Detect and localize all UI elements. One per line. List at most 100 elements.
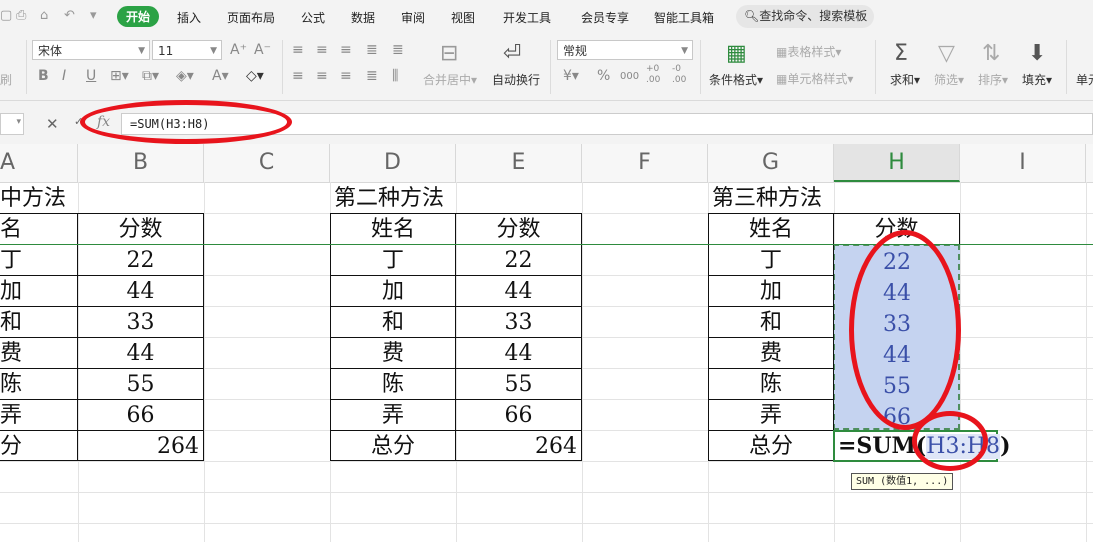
table-cell[interactable]: 55: [78, 368, 204, 399]
undo-icon[interactable]: ↶: [64, 8, 75, 23]
tab-developer[interactable]: 开发工具: [503, 9, 551, 26]
conditional-format-label[interactable]: 条件格式▾: [709, 71, 763, 88]
header-name[interactable]: 姓名: [330, 213, 456, 244]
thousands-icon[interactable]: 000: [620, 69, 639, 85]
conditional-format-icon[interactable]: ▦: [726, 42, 747, 66]
filter-label[interactable]: 筛选▾: [934, 71, 964, 88]
table-row[interactable]: 费: [330, 337, 456, 368]
table-cell[interactable]: 66: [78, 399, 204, 430]
indent-increase-icon[interactable]: ≣: [392, 42, 404, 58]
bold-icon[interactable]: B: [38, 68, 49, 84]
tab-member[interactable]: 会员专享: [581, 9, 629, 26]
fill-color-icon[interactable]: ⧉▾: [142, 68, 159, 84]
tab-data[interactable]: 数据: [351, 9, 375, 26]
fill-icon[interactable]: ⬇: [1028, 42, 1046, 66]
increase-decimal-icon[interactable]: +0 .00: [646, 64, 664, 86]
fill-label[interactable]: 填充▾: [1022, 71, 1052, 88]
table-row[interactable]: 弄: [330, 399, 456, 430]
print-icon[interactable]: ⌂: [40, 8, 48, 23]
underline-icon[interactable]: U: [86, 68, 96, 84]
decrease-decimal-icon[interactable]: -0 .00: [672, 64, 690, 86]
table-cell[interactable]: 55: [456, 368, 582, 399]
column-header-g[interactable]: G: [708, 144, 834, 182]
table-cell[interactable]: 44: [456, 275, 582, 306]
total-label[interactable]: 总分: [330, 430, 456, 461]
column-header-f[interactable]: F: [582, 144, 708, 182]
align-middle-icon[interactable]: ≡: [316, 42, 328, 58]
cell-style-label[interactable]: ▦单元格样式▾: [776, 70, 853, 87]
indent-decrease-icon[interactable]: ≣: [366, 42, 378, 58]
tab-insert[interactable]: 插入: [177, 9, 201, 26]
wrap-text-icon[interactable]: ⏎: [503, 42, 521, 66]
table-row[interactable]: 和: [330, 306, 456, 337]
table-row[interactable]: 加: [0, 275, 78, 306]
number-format-select[interactable]: 常规 ▼: [557, 40, 693, 60]
filter-icon[interactable]: ▽: [938, 42, 955, 66]
table-row[interactable]: 加: [708, 275, 834, 306]
table-row[interactable]: 陈: [0, 368, 78, 399]
font-name-select[interactable]: 宋体 ▼: [32, 40, 150, 60]
align-left-icon[interactable]: ≡: [292, 68, 304, 84]
font-color-icon[interactable]: A▾: [212, 68, 229, 84]
sort-label[interactable]: 排序▾: [978, 71, 1008, 88]
tab-view[interactable]: 视图: [451, 9, 475, 26]
column-header-h[interactable]: H: [834, 144, 960, 182]
table-cell[interactable]: 44: [456, 337, 582, 368]
name-box[interactable]: ▾: [0, 113, 24, 135]
header-score[interactable]: 分数: [78, 213, 204, 244]
table-style-label[interactable]: ▦表格样式▾: [776, 43, 841, 60]
command-search[interactable]: 🔍︎查找命令、搜索模板: [736, 5, 874, 28]
cell-label[interactable]: 单元: [1076, 71, 1093, 88]
table-row[interactable]: 和: [708, 306, 834, 337]
column-header-e[interactable]: E: [456, 144, 582, 182]
align-center-icon[interactable]: ≡: [316, 68, 328, 84]
table-cell[interactable]: 44: [78, 275, 204, 306]
table-row[interactable]: 陈: [330, 368, 456, 399]
sort-icon[interactable]: ⇅: [982, 42, 1000, 66]
merge-center-label[interactable]: 合并居中▾: [423, 71, 477, 88]
tab-smart-toolbox[interactable]: 智能工具箱: [654, 9, 714, 26]
table-cell[interactable]: 44: [78, 337, 204, 368]
distributed-icon[interactable]: ⫼: [392, 68, 398, 84]
column-header-b[interactable]: B: [78, 144, 204, 182]
table-row[interactable]: 费: [708, 337, 834, 368]
tab-formulas[interactable]: 公式: [301, 9, 325, 26]
tab-home[interactable]: 开始: [117, 6, 160, 27]
tab-review[interactable]: 审阅: [401, 9, 425, 26]
wrap-text-label[interactable]: 自动换行: [492, 71, 540, 88]
save-icon[interactable]: ▢: [0, 8, 12, 23]
format-painter-label[interactable]: 刷: [0, 71, 12, 88]
section-title[interactable]: 第三种方法: [708, 183, 908, 214]
section-title[interactable]: 第二种方法: [330, 183, 530, 214]
total-label[interactable]: 分: [0, 430, 78, 461]
border-icon[interactable]: ⊞▾: [110, 68, 129, 84]
table-cell[interactable]: 22: [78, 244, 204, 275]
italic-icon[interactable]: I: [62, 68, 66, 84]
sum-icon[interactable]: Σ: [894, 42, 908, 66]
column-header-a[interactable]: A: [0, 144, 78, 182]
tab-page-layout[interactable]: 页面布局: [227, 9, 275, 26]
cancel-icon[interactable]: ✕: [46, 115, 59, 133]
table-row[interactable]: 丁: [330, 244, 456, 275]
table-row[interactable]: 弄: [0, 399, 78, 430]
justify-icon[interactable]: ≣: [366, 68, 378, 84]
total-label[interactable]: 总分: [708, 430, 834, 461]
align-top-icon[interactable]: ≡: [292, 42, 304, 58]
currency-icon[interactable]: ¥▾: [563, 68, 579, 84]
header-score[interactable]: 分数: [456, 213, 582, 244]
font-size-select[interactable]: 11 ▼: [152, 40, 222, 60]
decrease-font-icon[interactable]: A⁻: [254, 42, 271, 58]
background-icon[interactable]: ◈▾: [176, 68, 194, 84]
print-preview-icon[interactable]: ⎙: [16, 8, 26, 23]
header-name[interactable]: 名: [0, 213, 78, 244]
table-row[interactable]: 丁: [0, 244, 78, 275]
percent-icon[interactable]: %: [597, 68, 610, 84]
eraser-icon[interactable]: ◇▾: [246, 68, 264, 84]
table-cell[interactable]: 33: [78, 306, 204, 337]
total-value[interactable]: 264: [78, 430, 204, 461]
redo-icon[interactable]: ▾: [90, 8, 97, 23]
table-row[interactable]: 弄: [708, 399, 834, 430]
sum-label[interactable]: 求和▾: [890, 71, 920, 88]
section-title[interactable]: 中方法: [0, 183, 114, 214]
table-row[interactable]: 加: [330, 275, 456, 306]
